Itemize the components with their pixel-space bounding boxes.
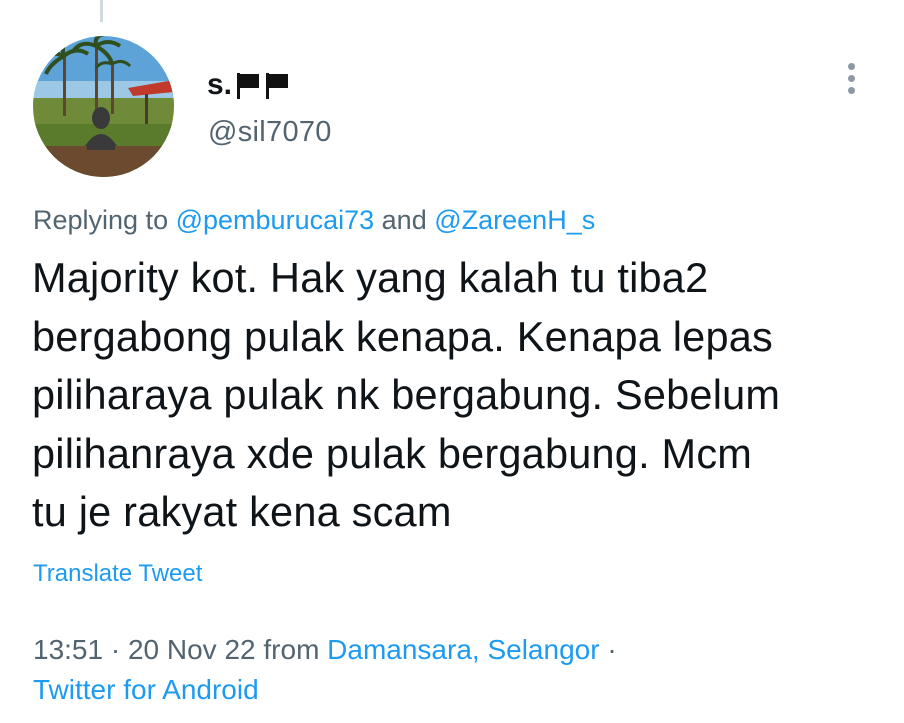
meta-line-2: Twitter for Android — [33, 670, 617, 710]
meta-separator: · — [607, 634, 617, 665]
translate-tweet-link[interactable]: Translate Tweet — [33, 560, 202, 588]
tweet-metadata: 13:51 · 20 Nov 22 from Damansara, Selang… — [33, 630, 617, 710]
tweet-line: tu je rakyat kena scam — [32, 488, 452, 535]
tweet-line: pilihanraya xde pulak bergabung. Mcm — [32, 429, 753, 477]
mention-link[interactable]: @ZareenH_s — [434, 205, 595, 235]
black-flag-icon — [264, 69, 290, 101]
location-link[interactable]: Damansara, Selangor — [327, 634, 599, 665]
replying-joiner: and — [381, 205, 427, 235]
from-label: from — [263, 634, 320, 665]
avatar-image — [33, 36, 174, 177]
more-options-icon[interactable] — [836, 58, 866, 98]
tweet-time: 13:51 — [33, 634, 104, 665]
user-handle[interactable]: @sil7070 — [208, 116, 332, 149]
replying-prefix: Replying to — [33, 205, 169, 235]
meta-line-1: 13:51 · 20 Nov 22 from Damansara, Selang… — [33, 630, 617, 670]
replying-to: Replying to @pemburucai73 and @ZareenH_s — [33, 205, 595, 236]
tweet-line: Majority kot. Hak yang kalah tu tiba2 — [32, 254, 709, 301]
black-flag-icon — [235, 69, 261, 101]
meta-separator: · — [110, 634, 121, 665]
display-name-text: s. — [207, 68, 233, 101]
tweet-text: Majority kot. Hak yang kalah tu tiba2 be… — [32, 249, 872, 542]
tweet-date: 20 Nov 22 — [127, 634, 256, 665]
mention-link[interactable]: @pemburucai73 — [176, 205, 375, 235]
thread-connector-line — [100, 0, 103, 22]
avatar[interactable] — [33, 36, 174, 177]
tweet-line: piliharaya pulak nk bergabung. Sebelum — [32, 371, 781, 418]
source-link[interactable]: Twitter for Android — [33, 674, 259, 705]
tweet-line: bergabong pulak kenapa. Kenapa lepas — [32, 312, 773, 360]
display-name[interactable]: s. — [207, 68, 290, 102]
